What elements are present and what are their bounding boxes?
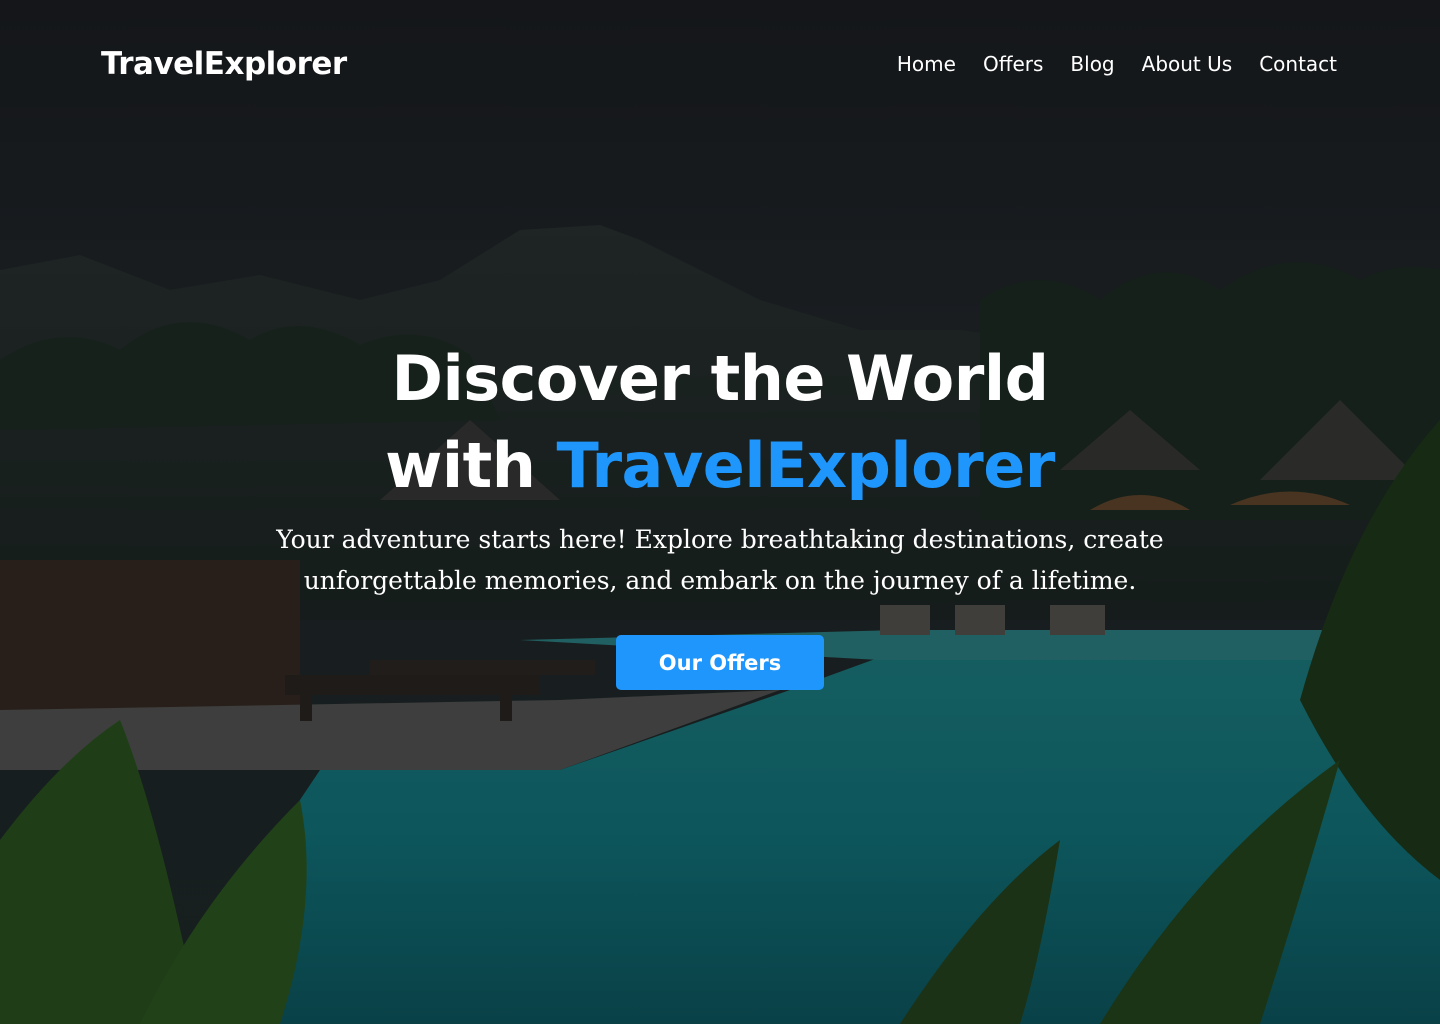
our-offers-button[interactable]: Our Offers: [616, 635, 824, 690]
headline-line-2-prefix: with: [385, 429, 557, 502]
nav-links: Home Offers Blog About Us Contact: [897, 52, 1337, 76]
hero-subtitle: Your adventure starts here! Explore brea…: [276, 525, 1164, 595]
site-logo[interactable]: TravelExplorer: [101, 46, 347, 82]
hero-headline: Discover the World with TravelExplorer: [0, 335, 1440, 509]
nav-link-about-us[interactable]: About Us: [1142, 52, 1233, 76]
headline-line-1: Discover the World: [391, 342, 1050, 415]
nav-link-home[interactable]: Home: [897, 52, 956, 76]
hero-section: TravelExplorer Home Offers Blog About Us…: [0, 0, 1440, 1024]
headline-brand-accent: TravelExplorer: [556, 429, 1056, 502]
top-navbar: TravelExplorer Home Offers Blog About Us…: [0, 0, 1440, 128]
nav-link-blog[interactable]: Blog: [1070, 52, 1114, 76]
nav-link-contact[interactable]: Contact: [1259, 52, 1337, 76]
hero-content: Discover the World with TravelExplorer Y…: [0, 335, 1440, 690]
nav-link-offers[interactable]: Offers: [983, 52, 1043, 76]
